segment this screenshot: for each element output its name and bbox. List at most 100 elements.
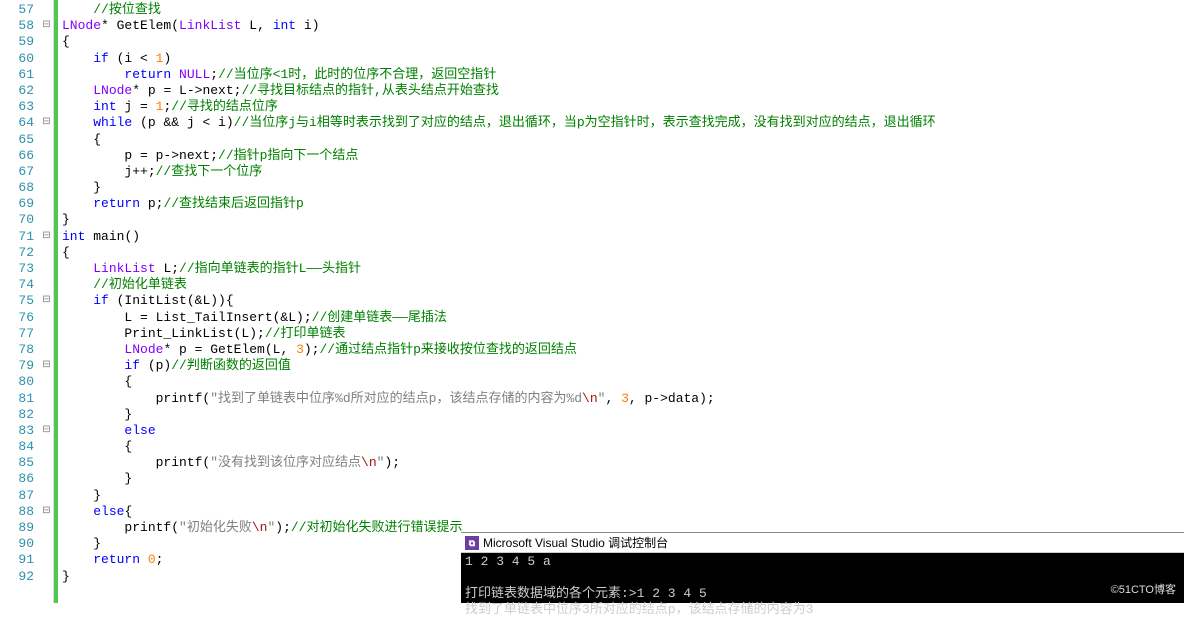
fold-toggle[interactable]: ⊟ (40, 293, 53, 309)
code-line[interactable]: { (62, 439, 1184, 455)
fold-toggle (40, 391, 53, 407)
fold-toggle[interactable]: ⊟ (40, 229, 53, 245)
line-number: 85 (0, 455, 34, 471)
fold-toggle (40, 520, 53, 536)
fold-toggle (40, 310, 53, 326)
code-line[interactable]: printf("找到了单链表中位序%d所对应的结点p，该结点存储的内容为%d\n… (62, 391, 1184, 407)
fold-toggle (40, 455, 53, 471)
code-line[interactable]: { (62, 245, 1184, 261)
code-line[interactable]: j++;//查找下一个位序 (62, 164, 1184, 180)
fold-toggle[interactable]: ⊟ (40, 18, 53, 34)
fold-toggle (40, 471, 53, 487)
code-line[interactable]: LNode* p = L->next;//寻找目标结点的指针,从表头结点开始查找 (62, 83, 1184, 99)
line-number: 92 (0, 569, 34, 585)
fold-toggle (40, 552, 53, 568)
fold-toggle[interactable]: ⊟ (40, 504, 53, 520)
line-number: 67 (0, 164, 34, 180)
console-output[interactable]: 1 2 3 4 5 a 打印链表数据域的各个元素:>1 2 3 4 5 找到了单… (461, 553, 1184, 619)
code-line[interactable]: while (p && j < i)//当位序j与i相等时表示找到了对应的结点，… (62, 115, 1184, 131)
line-number: 71 (0, 229, 34, 245)
code-line[interactable]: else{ (62, 504, 1184, 520)
line-number: 90 (0, 536, 34, 552)
console-titlebar[interactable]: ⧉ Microsoft Visual Studio 调试控制台 (461, 533, 1184, 553)
code-line[interactable]: return p;//查找结束后返回指针p (62, 196, 1184, 212)
code-line[interactable]: return NULL;//当位序<1时，此时的位序不合理，返回空指针 (62, 67, 1184, 83)
line-number: 70 (0, 212, 34, 228)
code-line[interactable]: //按位查找 (62, 2, 1184, 18)
fold-toggle (40, 439, 53, 455)
line-number: 68 (0, 180, 34, 196)
line-number-gutter: 5758596061626364656667686970717273747576… (0, 0, 40, 603)
line-number: 60 (0, 51, 34, 67)
console-line (465, 570, 1180, 586)
line-number: 69 (0, 196, 34, 212)
fold-toggle[interactable]: ⊟ (40, 423, 53, 439)
code-line[interactable]: { (62, 34, 1184, 50)
code-line[interactable]: } (62, 212, 1184, 228)
fold-toggle (40, 212, 53, 228)
line-number: 62 (0, 83, 34, 99)
line-number: 76 (0, 310, 34, 326)
fold-toggle (40, 67, 53, 83)
line-number: 74 (0, 277, 34, 293)
code-line[interactable]: { (62, 374, 1184, 390)
fold-toggle (40, 132, 53, 148)
code-line[interactable]: printf("没有找到该位序对应结点\n"); (62, 455, 1184, 471)
code-line[interactable]: } (62, 407, 1184, 423)
fold-toggle (40, 245, 53, 261)
code-line[interactable]: int main() (62, 229, 1184, 245)
vs-icon: ⧉ (465, 536, 479, 550)
fold-toggle (40, 277, 53, 293)
line-number: 61 (0, 67, 34, 83)
line-number: 73 (0, 261, 34, 277)
code-line[interactable]: if (p)//判断函数的返回值 (62, 358, 1184, 374)
line-number: 64 (0, 115, 34, 131)
line-number: 82 (0, 407, 34, 423)
code-line[interactable]: LinkList L;//指向单链表的指针L——头指针 (62, 261, 1184, 277)
fold-toggle (40, 326, 53, 342)
line-number: 58 (0, 18, 34, 34)
fold-toggle (40, 148, 53, 164)
code-line[interactable]: if (InitList(&L)){ (62, 293, 1184, 309)
fold-toggle (40, 407, 53, 423)
code-line[interactable]: } (62, 180, 1184, 196)
code-line[interactable]: } (62, 471, 1184, 487)
line-number: 66 (0, 148, 34, 164)
fold-toggle (40, 261, 53, 277)
console-line: 打印链表数据域的各个元素:>1 2 3 4 5 (465, 586, 1180, 602)
line-number: 84 (0, 439, 34, 455)
code-line[interactable]: LNode* p = GetElem(L, 3);//通过结点指针p来接收按位查… (62, 342, 1184, 358)
fold-toggle[interactable]: ⊟ (40, 115, 53, 131)
code-line[interactable]: if (i < 1) (62, 51, 1184, 67)
line-number: 81 (0, 391, 34, 407)
line-number: 75 (0, 293, 34, 309)
code-line[interactable]: LNode* GetElem(LinkList L, int i) (62, 18, 1184, 34)
line-number: 86 (0, 471, 34, 487)
console-line: 找到了单链表中位序3所对应的结点p，该结点存储的内容为3 (465, 602, 1180, 618)
code-line[interactable]: Print_LinkList(L);//打印单链表 (62, 326, 1184, 342)
code-line[interactable]: else (62, 423, 1184, 439)
line-number: 91 (0, 552, 34, 568)
line-number: 65 (0, 132, 34, 148)
line-number: 88 (0, 504, 34, 520)
watermark: ©51CTO博客 (1111, 581, 1176, 597)
fold-toggle (40, 536, 53, 552)
line-number: 57 (0, 2, 34, 18)
code-area[interactable]: //按位查找LNode* GetElem(LinkList L, int i){… (58, 0, 1184, 603)
code-line[interactable]: //初始化单链表 (62, 277, 1184, 293)
fold-toggle (40, 180, 53, 196)
code-line[interactable]: int j = 1;//寻找的结点位序 (62, 99, 1184, 115)
code-line[interactable]: p = p->next;//指针p指向下一个结点 (62, 148, 1184, 164)
fold-toggle[interactable]: ⊟ (40, 358, 53, 374)
fold-gutter[interactable]: ⊟ ⊟ ⊟ ⊟ ⊟ ⊟ ⊟ (40, 0, 54, 603)
fold-toggle (40, 196, 53, 212)
line-number: 87 (0, 488, 34, 504)
code-line[interactable]: L = List_TailInsert(&L);//创建单链表——尾插法 (62, 310, 1184, 326)
console-title-text: Microsoft Visual Studio 调试控制台 (483, 533, 668, 553)
line-number: 80 (0, 374, 34, 390)
fold-toggle (40, 34, 53, 50)
fold-toggle (40, 569, 53, 585)
code-line[interactable]: } (62, 488, 1184, 504)
code-line[interactable]: { (62, 132, 1184, 148)
console-line: 1 2 3 4 5 a (465, 554, 1180, 570)
